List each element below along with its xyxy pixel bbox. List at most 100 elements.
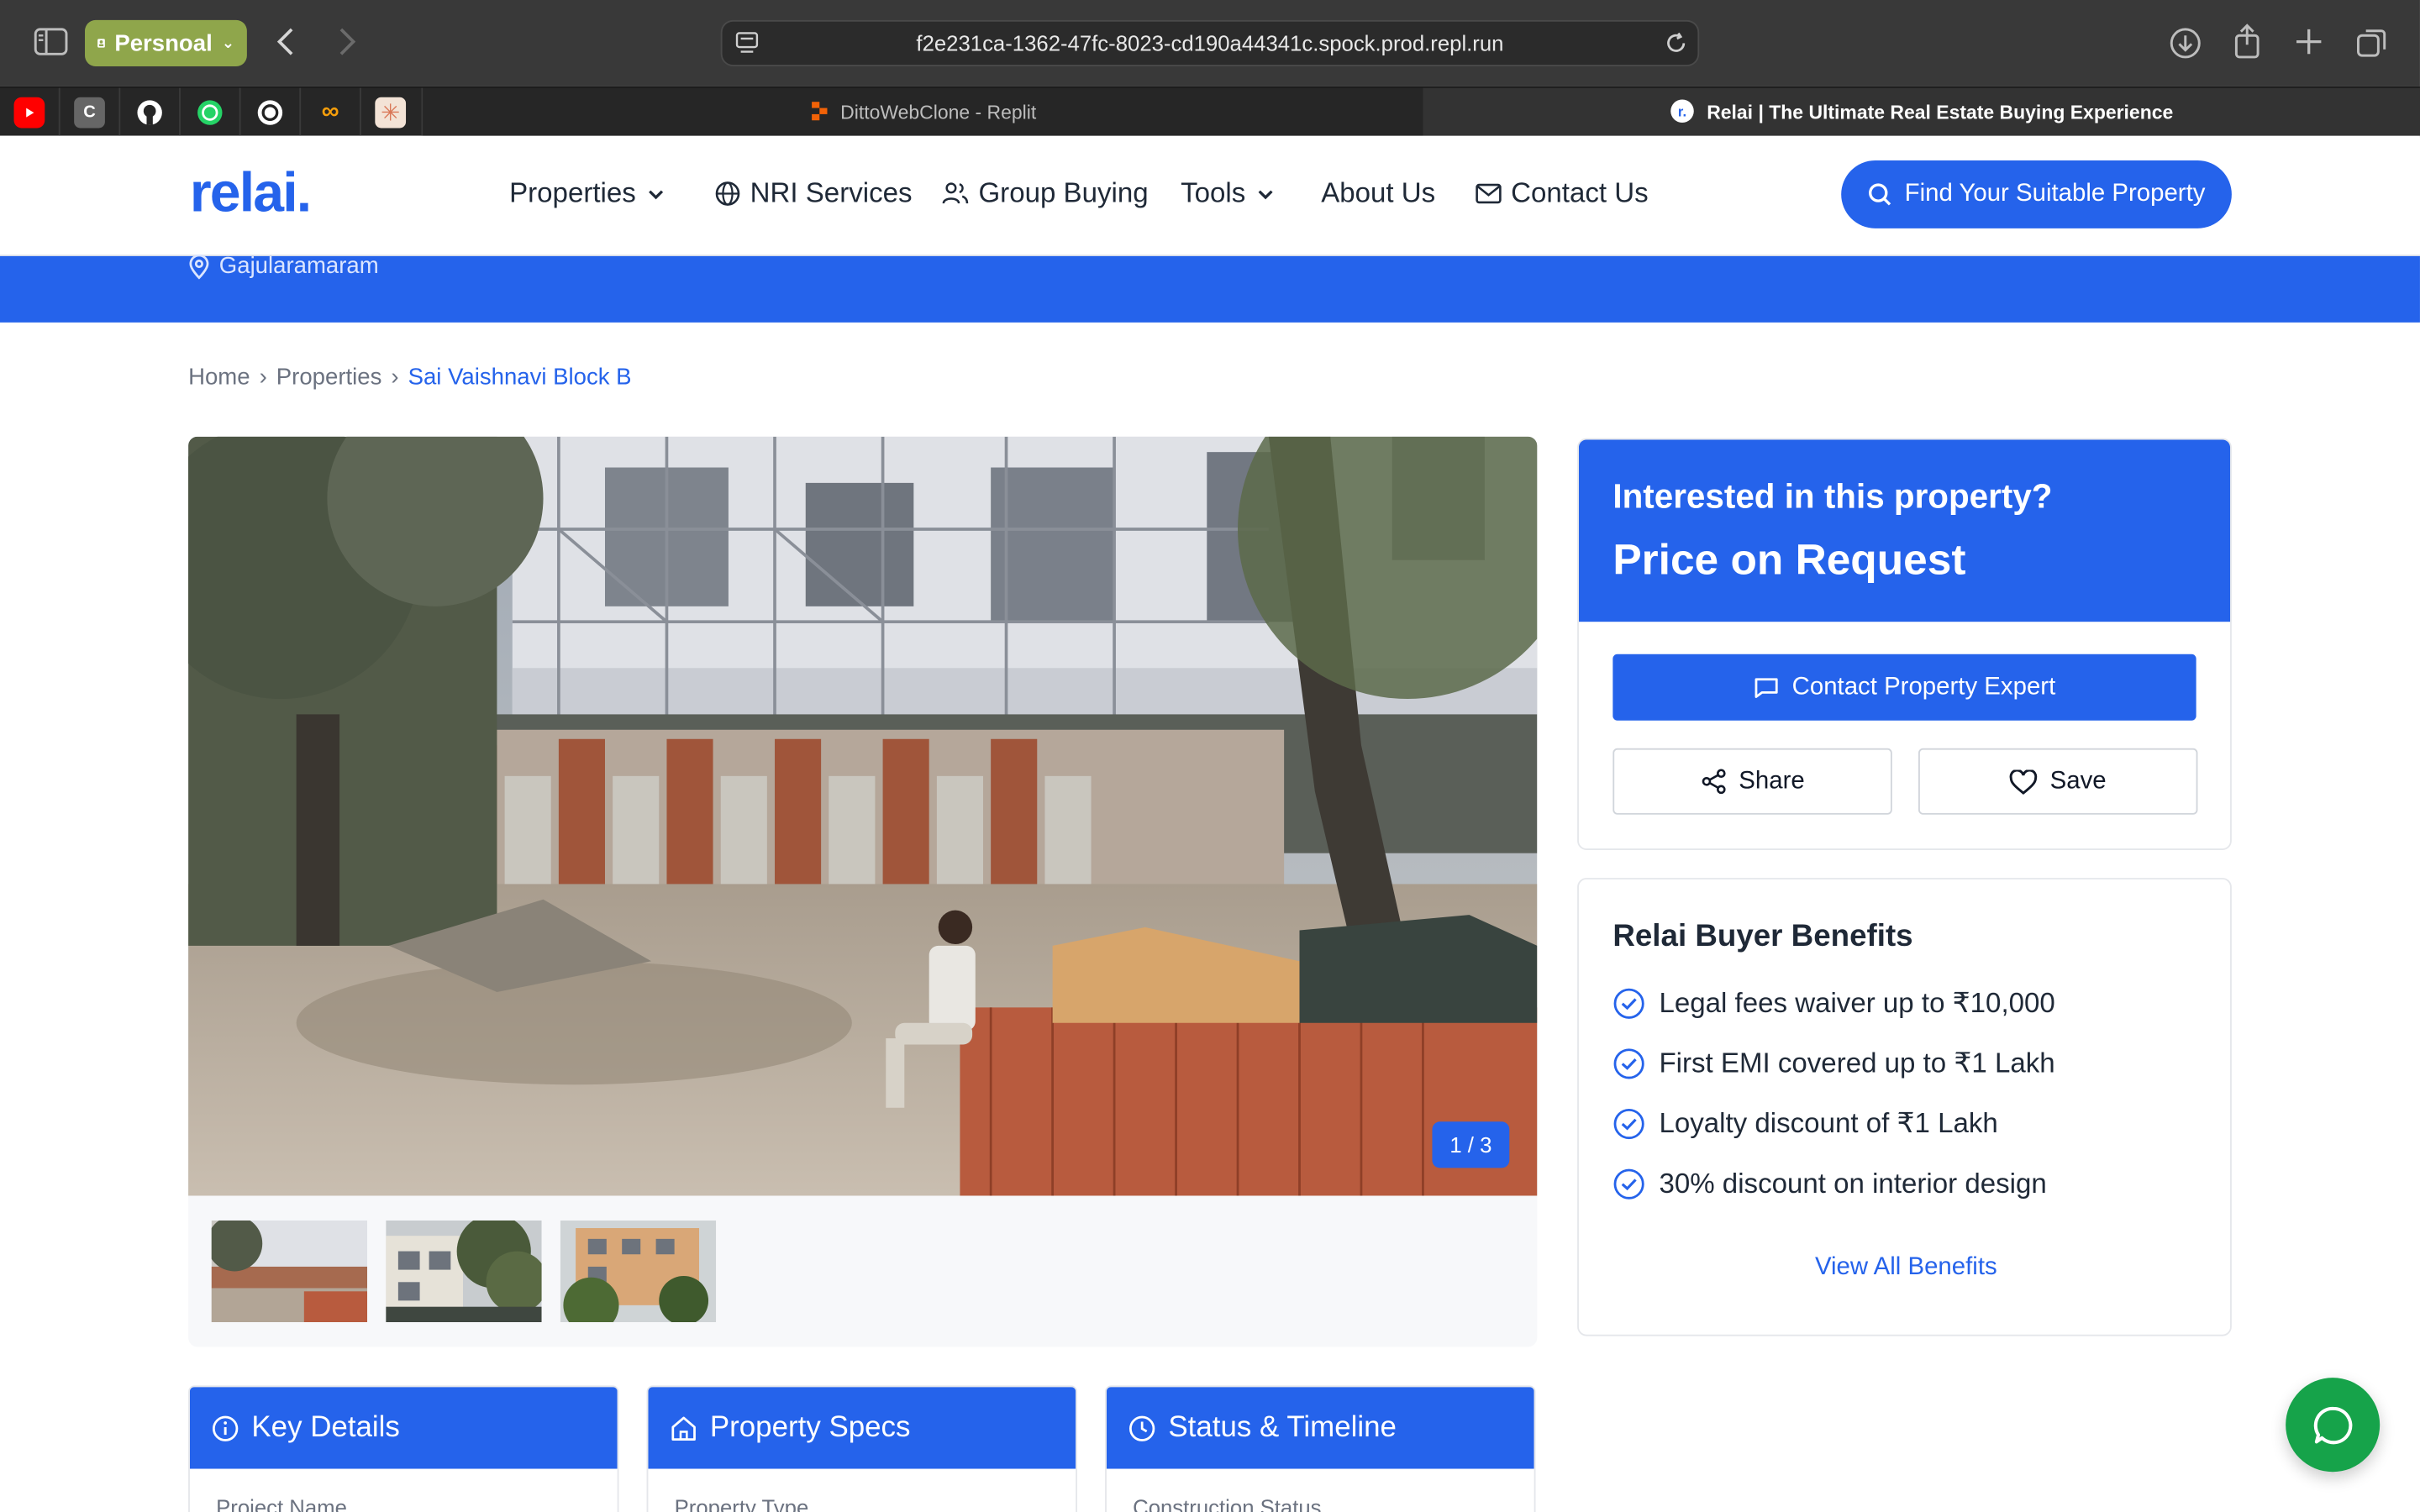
contact-expert-button[interactable]: Contact Property Expert — [1612, 654, 2196, 721]
divider — [359, 87, 361, 138]
chevron-down-icon — [1258, 189, 1273, 199]
key-details-card: Key Details Project Name — [188, 1385, 619, 1512]
youtube-icon[interactable] — [13, 97, 45, 129]
tab-title: DittoWebClone - Replit — [840, 102, 1037, 123]
home-icon — [671, 1415, 696, 1441]
benefit-item: Legal fees waiver up to ₹10,000 — [1612, 987, 2055, 1020]
tab-title: Relai | The Ultimate Real Estate Buying … — [1707, 102, 2174, 123]
page-settings-icon[interactable] — [734, 31, 759, 60]
clock-icon — [1129, 1415, 1155, 1441]
sidebar-toggle-icon[interactable] — [34, 26, 68, 57]
breadcrumb-home[interactable]: Home — [188, 364, 250, 390]
nav-properties[interactable]: Properties — [509, 177, 666, 210]
check-circle-icon — [1613, 988, 1644, 1019]
benefit-item: First EMI covered up to ₹1 Lakh — [1612, 1047, 2055, 1080]
tab-overview-icon[interactable] — [2355, 26, 2389, 60]
divider — [58, 87, 60, 138]
chat-fab-button[interactable] — [2286, 1378, 2381, 1473]
benefit-item: 30% discount on interior design — [1612, 1168, 2047, 1200]
relai-logo[interactable]: relai. — [190, 160, 312, 225]
url-text: f2e231ca-1362-47fc-8023-cd190a44341c.spo… — [916, 30, 1504, 56]
search-icon — [1869, 183, 1891, 206]
tab-strip: C ∞ ✳ DittoWebClone - Replit r. Relai | … — [0, 86, 2420, 138]
find-property-button[interactable]: Find Your Suitable Property — [1841, 160, 2232, 228]
breadcrumb-separator: › — [259, 364, 267, 391]
save-button[interactable]: Save — [1918, 748, 2198, 815]
replit-icon — [809, 99, 828, 125]
benefit-text: First EMI covered up to ₹1 Lakh — [1659, 1047, 2055, 1079]
download-icon[interactable] — [2169, 26, 2202, 60]
whatsapp-icon[interactable] — [194, 97, 225, 129]
github-icon[interactable] — [134, 97, 166, 129]
property-specs-card: Property Specs Property Type — [646, 1385, 1078, 1512]
key-details-header: Key Details — [189, 1387, 618, 1469]
thumbnail-3[interactable] — [560, 1220, 717, 1323]
profile-button[interactable]: Persnoal ⌄ — [85, 19, 247, 66]
share-label: Share — [1739, 767, 1805, 794]
new-tab-icon[interactable] — [2293, 26, 2324, 57]
save-label: Save — [2049, 767, 2107, 794]
status-timeline-card: Status & Timeline Construction Status — [1105, 1385, 1536, 1512]
divider — [179, 87, 181, 138]
chevron-down-icon: ⌄ — [221, 34, 235, 52]
chat-icon — [1754, 677, 1778, 698]
share-button[interactable]: Share — [1612, 748, 1892, 815]
divider — [118, 87, 121, 138]
divider — [239, 87, 241, 138]
contact-expert-label: Contact Property Expert — [1791, 673, 2056, 700]
breadcrumb-current: Sai Vaishnavi Block B — [408, 364, 632, 391]
chat-bubble-icon — [2312, 1405, 2352, 1444]
share-icon[interactable] — [2232, 24, 2263, 60]
c-icon[interactable]: C — [74, 97, 105, 129]
nav-group-buying[interactable]: Group Buying — [941, 177, 1149, 210]
profile-icon — [97, 39, 105, 48]
check-circle-icon — [1613, 1108, 1644, 1140]
find-property-label: Find Your Suitable Property — [1904, 180, 2206, 207]
tab-dittowebclone[interactable]: DittoWebClone - Replit — [423, 87, 1423, 138]
reload-icon[interactable] — [1664, 31, 1688, 60]
key-details-first-field: Project Name — [216, 1494, 347, 1512]
thumbnail-2[interactable] — [386, 1220, 542, 1323]
relai-favicon-icon: r. — [1670, 98, 1694, 128]
profile-label: Persnoal — [114, 29, 213, 57]
nav-nri-services[interactable]: NRI Services — [714, 177, 913, 210]
breadcrumb: Home › Properties › Sai Vaishnavi Block … — [188, 364, 631, 390]
share-nodes-icon — [1702, 769, 1725, 795]
property-hero-band: Gajularamaram — [0, 253, 2420, 323]
buyer-benefits-card: Relai Buyer Benefits Legal fees waiver u… — [1577, 878, 2232, 1336]
property-specs-title: Property Specs — [709, 1410, 911, 1444]
breadcrumb-properties[interactable]: Properties — [276, 364, 382, 390]
browser-toolbar: Persnoal ⌄ f2e231ca-1362-47fc-8023-cd190… — [0, 0, 2420, 87]
benefit-item: Loyalty discount of ₹1 Lakh — [1612, 1107, 1998, 1141]
nav-about-us[interactable]: About Us — [1321, 177, 1435, 210]
info-icon — [213, 1415, 239, 1441]
claude-icon[interactable]: ✳ — [375, 97, 407, 129]
globe-icon — [715, 181, 740, 206]
benefit-text: Loyalty discount of ₹1 Lakh — [1659, 1107, 1998, 1139]
nav-properties-label: Properties — [509, 177, 636, 208]
mail-icon — [1476, 183, 1502, 204]
benefit-text: 30% discount on interior design — [1659, 1168, 2047, 1200]
view-all-benefits-link[interactable]: View All Benefits — [1579, 1254, 2233, 1282]
address-bar[interactable]: f2e231ca-1362-47fc-8023-cd190a44341c.spo… — [720, 19, 1700, 66]
interest-question: Interested in this property? — [1612, 476, 2053, 516]
benefit-text: Legal fees waiver up to ₹10,000 — [1659, 987, 2055, 1019]
openai-icon[interactable] — [255, 97, 286, 129]
interest-card-header: Interested in this property? Price on Re… — [1578, 439, 2231, 622]
infinity-icon[interactable]: ∞ — [315, 97, 346, 129]
thumbnail-1[interactable] — [211, 1220, 368, 1323]
main-property-photo[interactable] — [188, 436, 1538, 1196]
tab-relai[interactable]: r. Relai | The Ultimate Real Estate Buyi… — [1423, 87, 2420, 138]
status-timeline-title: Status & Timeline — [1168, 1410, 1397, 1444]
divider — [299, 87, 302, 138]
forward-icon[interactable] — [336, 24, 358, 58]
nav-tools[interactable]: Tools — [1181, 177, 1276, 210]
image-counter: 1 / 3 — [1432, 1121, 1510, 1168]
site-header: relai. Properties NRI Services Group Buy… — [0, 135, 2420, 256]
nav-contact-label: Contact Us — [1511, 177, 1649, 208]
chevron-down-icon — [649, 189, 664, 199]
heart-icon — [2010, 769, 2038, 794]
nav-contact-us[interactable]: Contact Us — [1476, 177, 1649, 210]
back-icon[interactable] — [275, 24, 297, 58]
nav-group-buying-label: Group Buying — [978, 177, 1149, 208]
